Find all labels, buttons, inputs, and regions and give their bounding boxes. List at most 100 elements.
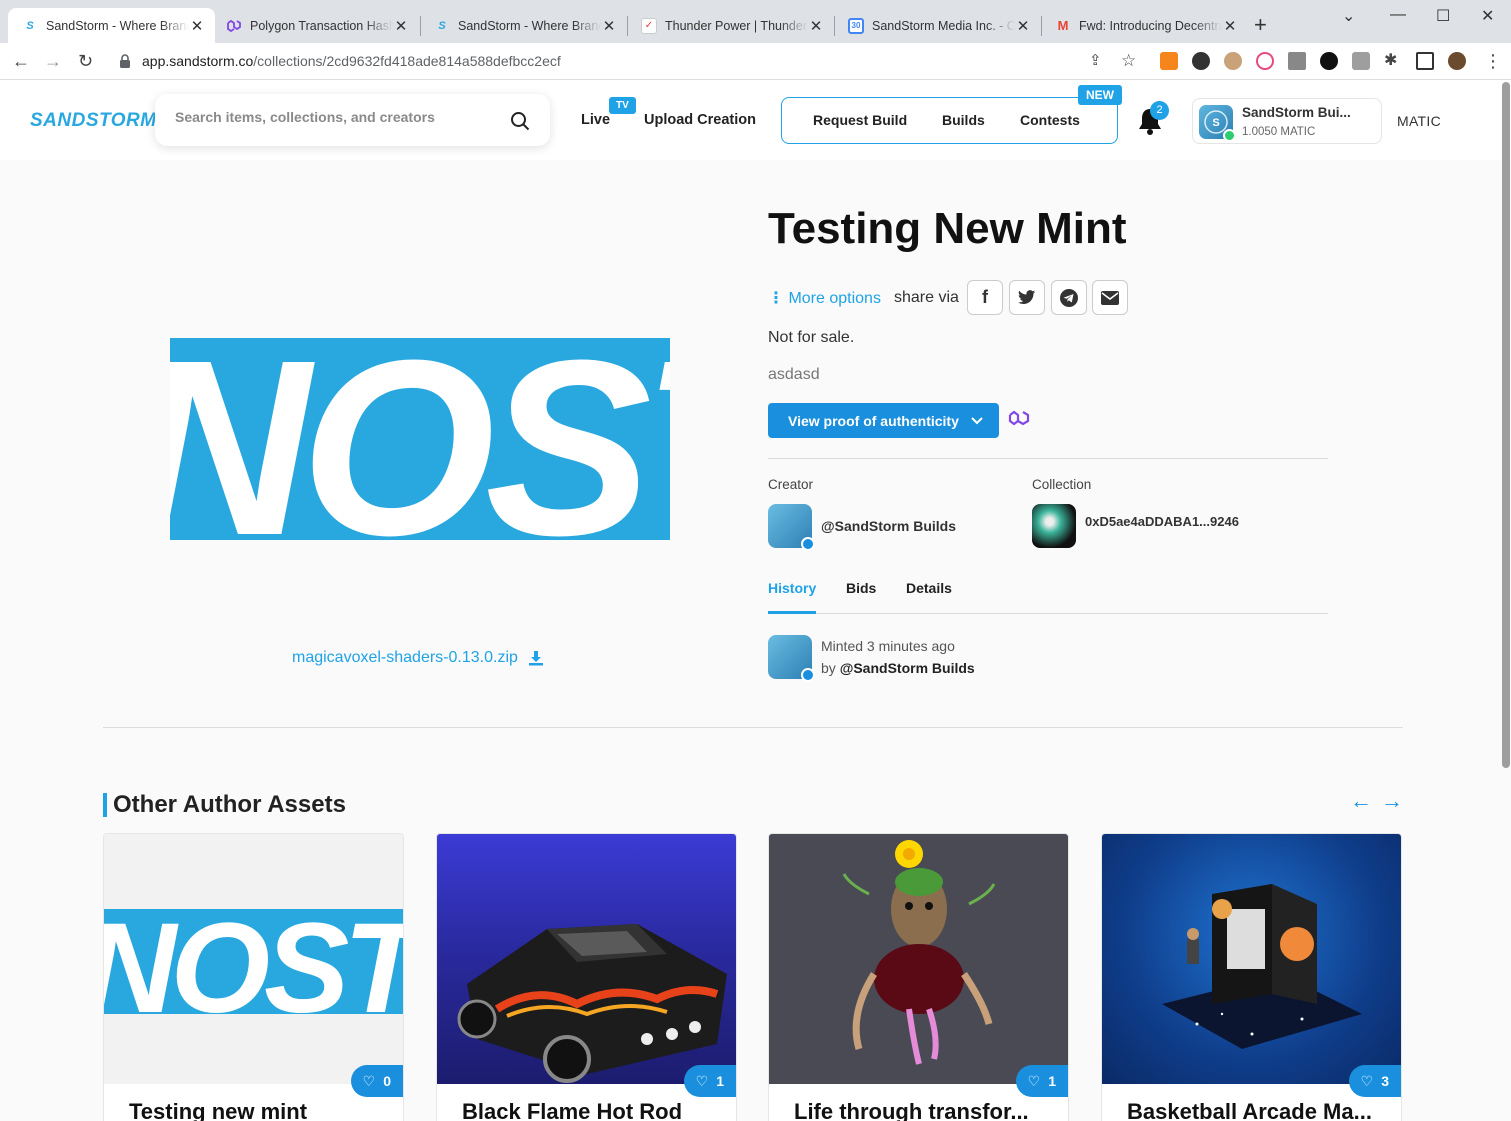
back-arrow-icon[interactable]: ←	[12, 51, 30, 71]
notification-count-badge: 2	[1150, 101, 1169, 120]
address-bar: ← → ↻ app.sandstorm.co/collections/2cd96…	[0, 43, 1511, 80]
download-icon	[528, 651, 543, 666]
extension-icon[interactable]	[1256, 52, 1274, 70]
likes-badge[interactable]: ♡ 1	[683, 1065, 736, 1097]
carousel-prev-arrow-icon[interactable]: ←	[1350, 788, 1372, 814]
twitter-icon	[1018, 290, 1036, 305]
currency-selector[interactable]: MATIC	[1397, 113, 1441, 129]
polygon-icon[interactable]	[1008, 409, 1030, 429]
history-avatar[interactable]	[768, 635, 815, 682]
forward-arrow-icon[interactable]: →	[44, 51, 62, 71]
likes-badge[interactable]: ♡ 1	[1015, 1065, 1068, 1097]
close-icon[interactable]: ✕	[189, 17, 205, 35]
browser-tab-gmail[interactable]: M Fwd: Introducing Decentra ✕	[1041, 8, 1248, 43]
new-tab-icon[interactable]: +	[1254, 14, 1267, 36]
profile-avatar[interactable]	[1448, 52, 1466, 70]
close-icon[interactable]: ✕	[1015, 17, 1031, 35]
url-field[interactable]: app.sandstorm.co/collections/2cd9632fd41…	[142, 53, 561, 69]
lock-icon[interactable]	[119, 54, 131, 68]
heart-icon: ♡	[1027, 1072, 1041, 1089]
asset-card[interactable]: ♡ 3 Basketball Arcade Ma...	[1101, 833, 1402, 1121]
minimize-icon[interactable]: —	[1390, 6, 1406, 24]
gmail-favicon-icon: M	[1057, 18, 1069, 33]
likes-badge[interactable]: ♡ 3	[1348, 1065, 1401, 1097]
item-title: Testing New Mint	[768, 204, 1127, 253]
metamask-extension-icon[interactable]	[1160, 52, 1178, 70]
camera-extension-icon[interactable]	[1352, 52, 1370, 70]
creator-name[interactable]: @SandStorm Builds	[821, 518, 956, 534]
item-artwork[interactable]: NOST	[170, 338, 670, 540]
puzzle-extensions-icon[interactable]: ✱	[1384, 51, 1397, 71]
browser-menu-icon[interactable]: ⋮	[1484, 51, 1502, 71]
nav-request-build[interactable]: Request Build	[813, 112, 907, 128]
chevron-down-icon	[971, 416, 983, 424]
account-name: SandStorm Bui...	[1242, 105, 1351, 120]
creator-label: Creator	[768, 477, 814, 492]
likes-badge[interactable]: ♡ 0	[350, 1065, 403, 1097]
collection-label: Collection	[1032, 477, 1092, 492]
file-name: magicavoxel-shaders-0.13.0.zip	[292, 649, 518, 666]
creator-avatar[interactable]	[768, 504, 815, 551]
history-user[interactable]: @SandStorm Builds	[840, 660, 975, 676]
kebab-icon: ⋮	[768, 290, 784, 307]
tabs-divider	[768, 613, 1328, 614]
view-proof-button[interactable]: View proof of authenticity	[768, 403, 999, 438]
window-close-icon[interactable]: ✕	[1481, 6, 1494, 26]
account-widget[interactable]: S SandStorm Bui... 1.0050 MATIC	[1192, 98, 1382, 144]
nav-contests[interactable]: Contests	[1020, 112, 1080, 128]
more-options-button[interactable]: ⋮ More options	[768, 288, 881, 308]
asset-card[interactable]: ♡ 1 Life through transfor...	[768, 833, 1069, 1121]
share-twitter-button[interactable]	[1009, 280, 1045, 315]
extension-icon[interactable]	[1288, 52, 1306, 70]
artwork-graphic: NOST	[170, 338, 670, 540]
maximize-icon[interactable]: ☐	[1436, 6, 1450, 26]
share-facebook-button[interactable]: f	[967, 280, 1003, 315]
share-email-button[interactable]	[1092, 280, 1128, 315]
history-event: Minted 3 minutes ago	[821, 638, 955, 654]
history-by-label: by	[821, 660, 836, 676]
nav-live[interactable]: Live	[581, 112, 610, 128]
bookmark-star-icon[interactable]: ☆	[1121, 51, 1136, 71]
close-icon[interactable]: ✕	[1222, 17, 1238, 35]
side-panel-icon[interactable]	[1416, 52, 1434, 70]
extension-icon[interactable]	[1320, 52, 1338, 70]
close-icon[interactable]: ✕	[601, 17, 617, 35]
nav-upload-creation[interactable]: Upload Creation	[644, 112, 756, 128]
collection-avatar[interactable]	[1032, 504, 1076, 548]
likes-count: 3	[1381, 1073, 1389, 1089]
browser-tab-sandstorm-active[interactable]: S SandStorm - Where Brands ✕	[8, 8, 215, 43]
share-telegram-button[interactable]	[1051, 280, 1087, 315]
account-balance: 1.0050 MATIC	[1242, 126, 1316, 138]
browser-tab-sandstorm-2[interactable]: S SandStorm - Where Brands ✕	[420, 8, 627, 43]
sale-status: Not for sale.	[768, 329, 855, 346]
nav-builds[interactable]: Builds	[942, 112, 985, 128]
asset-card[interactable]: NOST ♡ 0 Testing new mint	[103, 833, 404, 1121]
collection-address[interactable]: 0xD5ae4aDDABA1...9246	[1085, 514, 1239, 529]
browser-tab-thunder[interactable]: ✓ Thunder Power | Thunder P ✕	[627, 8, 834, 43]
asset-title: Testing new mint	[129, 1099, 308, 1121]
reload-icon[interactable]: ↻	[78, 51, 93, 71]
browser-tab-bar: S SandStorm - Where Brands ✕ Polygon Tra…	[0, 0, 1511, 43]
browser-tab-polygon[interactable]: Polygon Transaction Hash ✕	[212, 8, 419, 43]
close-icon[interactable]: ✕	[393, 17, 409, 35]
tab-history[interactable]: History	[768, 580, 816, 596]
extension-icon[interactable]	[1192, 52, 1210, 70]
sandstorm-logo[interactable]: SANDSTORM	[30, 110, 157, 132]
tab-bids[interactable]: Bids	[846, 580, 876, 596]
heart-icon: ♡	[362, 1072, 376, 1089]
carousel-next-arrow-icon[interactable]: →	[1381, 788, 1403, 814]
share-via-label: share via	[894, 289, 959, 306]
file-download-link[interactable]: magicavoxel-shaders-0.13.0.zip	[292, 649, 544, 667]
tab-details[interactable]: Details	[906, 580, 952, 596]
asset-card[interactable]: ♡ 1 Black Flame Hot Rod	[436, 833, 737, 1121]
extension-icon[interactable]	[1224, 52, 1242, 70]
tab-search-chevron-icon[interactable]: ⌄	[1342, 6, 1355, 26]
asset-thumbnail	[769, 834, 1068, 1084]
browser-tab-calendar[interactable]: 30 SandStorm Media Inc. - Ca ✕	[834, 8, 1041, 43]
search-icon[interactable]	[510, 111, 530, 131]
share-page-icon[interactable]: ⇪	[1089, 51, 1102, 71]
page-scrollbar[interactable]	[1502, 82, 1510, 768]
tab-title: SandStorm - Where Brands	[458, 18, 601, 33]
close-icon[interactable]: ✕	[808, 17, 824, 35]
search-input[interactable]	[175, 109, 495, 125]
